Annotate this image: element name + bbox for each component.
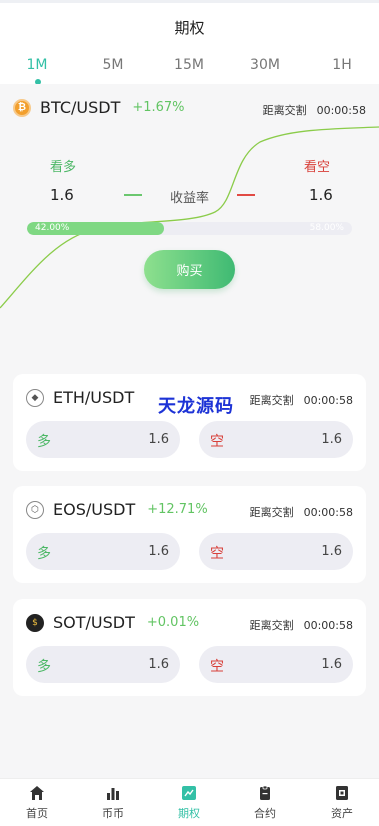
short-button[interactable]: 空 1.6 [199, 533, 353, 570]
long-label: 看多 [50, 160, 77, 175]
btc-option-panel: ₿ BTC/USDT +1.67% 距离交割 00:00:58 看多 看空 1.6… [0, 84, 379, 360]
card-header: ◆ ETH/USDT [26, 388, 146, 407]
short-value: 1.6 [321, 657, 342, 672]
nav-label-options: 期权 [178, 807, 200, 820]
bottom-nav: 首页 币币 期权 合约 资产 [0, 778, 379, 826]
countdown-time: 00:00:58 [303, 619, 353, 632]
tab-1m[interactable]: 1M [7, 57, 67, 73]
page-title: 期权 [174, 19, 205, 37]
change-percent: +0.01% [146, 615, 200, 630]
settlement-countdown: 距离交割 00:00:58 [250, 504, 353, 520]
tab-30m[interactable]: 30M [235, 57, 295, 73]
top-header: 期权 1M 5M 15M 30M 1H [0, 0, 379, 84]
countdown-label: 距离交割 [249, 619, 294, 632]
nav-item-options[interactable]: 期权 [159, 785, 219, 821]
tab-5m[interactable]: 5M [83, 57, 143, 73]
long-value: 1.6 [50, 186, 74, 204]
chart-bars-icon [107, 788, 119, 800]
eos-icon: ⬡ [26, 500, 44, 519]
pair-name: EOS/USDT [53, 500, 136, 519]
long-label: 多 [37, 659, 51, 675]
short-value: 1.6 [321, 432, 342, 447]
nav-item-spot[interactable]: 币币 [83, 785, 143, 821]
option-icon [182, 786, 196, 800]
long-button[interactable]: 多 1.6 [26, 646, 180, 683]
countdown-label: 距离交割 [262, 104, 307, 117]
countdown-label: 距离交割 [249, 506, 294, 519]
pair-name: ETH/USDT [53, 388, 135, 407]
change-percent: +12.71% [147, 502, 208, 517]
long-value: 1.6 [148, 432, 169, 447]
card-header: ⬡ EOS/USDT +12.71% [26, 500, 208, 519]
long-button[interactable]: 多 1.6 [26, 533, 180, 570]
short-button[interactable]: 空 1.6 [199, 646, 353, 683]
wallet-icon [336, 786, 348, 800]
eth-option-card[interactable]: ◆ ETH/USDT 天龙源码 距离交割 00:00:58 多 1.6 空 1.6 [13, 374, 366, 471]
short-label: 空 [210, 659, 224, 675]
countdown-time: 00:00:58 [303, 394, 353, 407]
card-header: $ SOT/USDT +0.01% [26, 613, 199, 632]
short-value: 1.6 [321, 544, 342, 559]
long-label: 多 [37, 434, 51, 450]
nav-label-home: 首页 [26, 807, 48, 820]
nav-label-assets: 资产 [331, 807, 353, 820]
tab-1h[interactable]: 1H [312, 57, 372, 73]
long-button[interactable]: 多 1.6 [26, 421, 180, 458]
short-label: 看空 [304, 160, 331, 175]
settlement-countdown: 距离交割 00:00:58 [250, 617, 353, 633]
long-value: 1.6 [148, 657, 169, 672]
sot-option-card[interactable]: $ SOT/USDT +0.01% 距离交割 00:00:58 多 1.6 空 1… [13, 599, 366, 696]
change-percent: +1.67% [132, 100, 185, 115]
short-value: 1.6 [309, 186, 333, 204]
timeframe-tabs: 1M 5M 15M 30M 1H [0, 57, 379, 85]
sot-icon: $ [26, 613, 44, 632]
tab-15m[interactable]: 15M [159, 57, 219, 73]
yield-label: 收益率 [170, 191, 210, 206]
nav-label-spot: 币币 [102, 807, 124, 820]
nav-item-assets[interactable]: 资产 [312, 785, 372, 821]
long-short-ratio-bar: 42.00% 58.00% [27, 222, 352, 235]
pair-name: BTC/USDT [40, 98, 121, 117]
long-indicator-line [124, 194, 142, 196]
countdown-time: 00:00:58 [316, 104, 366, 117]
short-indicator-line [237, 194, 255, 196]
settlement-countdown: 距离交割 00:00:58 [250, 392, 353, 408]
nav-item-home[interactable]: 首页 [7, 785, 67, 821]
btc-header: ₿ BTC/USDT +1.67% [13, 98, 185, 117]
clipboard-icon [260, 785, 270, 800]
watermark-text: 天龙源码 [158, 396, 234, 417]
nav-label-contract: 合约 [254, 807, 276, 820]
bitcoin-icon: ₿ [13, 98, 31, 117]
settlement-countdown: 距离交割 00:00:58 [263, 102, 366, 118]
long-ratio-text: 42.00% [35, 223, 70, 233]
eos-option-card[interactable]: ⬡ EOS/USDT +12.71% 距离交割 00:00:58 多 1.6 空 … [13, 486, 366, 583]
buy-button[interactable]: 购买 [144, 250, 235, 289]
eth-icon: ◆ [26, 388, 44, 407]
nav-item-contract[interactable]: 合约 [235, 785, 295, 821]
long-value: 1.6 [148, 544, 169, 559]
long-label: 多 [37, 546, 51, 562]
short-label: 空 [210, 546, 224, 562]
short-label: 空 [210, 434, 224, 450]
short-ratio-text: 58.00% [309, 223, 344, 233]
home-icon [30, 786, 44, 800]
countdown-label: 距离交割 [249, 394, 294, 407]
short-button[interactable]: 空 1.6 [199, 421, 353, 458]
pair-name: SOT/USDT [53, 613, 135, 632]
countdown-time: 00:00:58 [303, 506, 353, 519]
